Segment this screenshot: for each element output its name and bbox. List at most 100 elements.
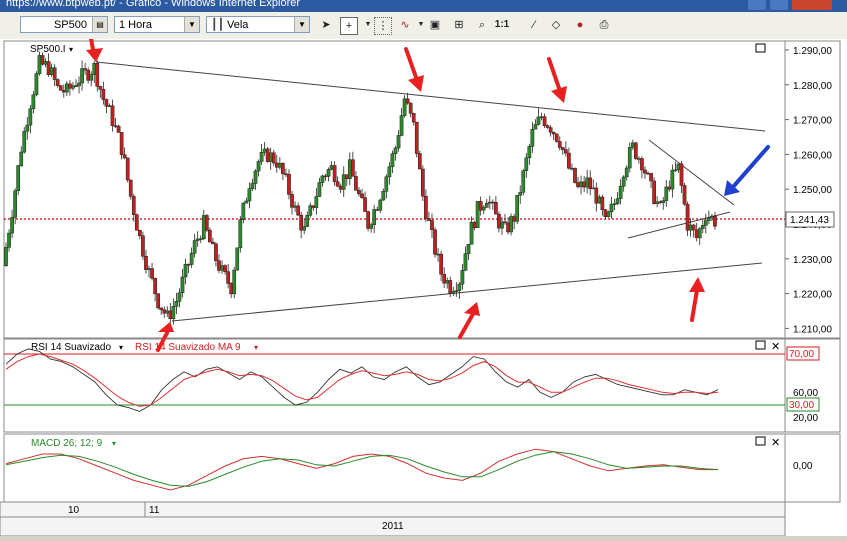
candle-body (95, 63, 100, 87)
candle-body (667, 186, 672, 190)
candle-body (372, 209, 377, 226)
close-icon[interactable]: ✕ (771, 341, 780, 353)
symbol-lookup-icon[interactable]: ▤ (92, 17, 107, 32)
candle-body (643, 169, 647, 174)
candle-body (363, 197, 367, 212)
crosshair-tool-icon[interactable]: + (340, 17, 358, 35)
candle-body (302, 226, 307, 231)
close-icon[interactable]: ✕ (771, 437, 780, 449)
candle-body (402, 98, 407, 116)
close-window-button[interactable] (792, 0, 832, 10)
candle-body (58, 85, 63, 91)
candle-body (646, 172, 650, 175)
price-tick-label: 1.270,00 (793, 116, 832, 127)
pointer-tool-icon[interactable]: ➤ (318, 17, 334, 33)
candle-body (597, 196, 602, 204)
candle-body (494, 202, 498, 215)
timeframe-select[interactable]: 1 Hora ▼ (114, 16, 200, 33)
rsi-axis-20: 20,00 (793, 413, 818, 424)
candle-body (7, 232, 11, 248)
symbol-input[interactable]: SP500 ▤ (20, 16, 108, 33)
candle-body (232, 269, 237, 295)
candle-body (521, 170, 526, 193)
candle-body (612, 203, 617, 205)
year-label: 2011 (382, 521, 404, 532)
eraser-icon[interactable]: ◇ (548, 17, 564, 33)
candle-body (168, 310, 173, 320)
candle-body (217, 260, 221, 271)
candle-body (344, 174, 349, 180)
candle-body (19, 151, 24, 166)
line-tool-icon[interactable]: ⁄ (526, 17, 542, 33)
candle-body (10, 217, 14, 234)
candle-body (290, 194, 294, 208)
candle-body (393, 147, 398, 154)
chevron-down-icon[interactable]: ▾ (69, 45, 73, 54)
properties-icon[interactable]: ▣ (427, 17, 443, 33)
grid-tool-icon[interactable]: ⋮ (374, 17, 392, 35)
maximize-button[interactable] (770, 0, 788, 10)
candle-body (381, 191, 386, 201)
candle-body (369, 224, 373, 229)
chart-style-select[interactable]: ┃┃ Vela ▼ (206, 16, 310, 33)
candle-body (445, 280, 450, 284)
candle-body (652, 180, 656, 204)
candle-body (697, 228, 702, 239)
candle-body (317, 182, 322, 197)
candle-body (250, 183, 255, 189)
candle-body (25, 124, 30, 132)
chevron-down-icon[interactable]: ▾ (119, 343, 123, 352)
candle-body (296, 205, 300, 216)
zoom-in-icon[interactable]: ⊞ (451, 17, 467, 33)
candle-body (600, 196, 605, 210)
candle-body (159, 307, 164, 311)
last-price-badge: 1.241,43 (790, 215, 829, 226)
rsi-panel (3, 338, 786, 433)
candle-body (442, 273, 447, 284)
minimize-button[interactable] (748, 0, 766, 10)
candle-body (679, 163, 684, 186)
candle-body (305, 215, 310, 227)
zoom-reset-button[interactable]: 1:1 (494, 17, 510, 33)
candle-body (703, 220, 708, 226)
candle-body (34, 73, 39, 96)
rsi-label: RSI 14 Suavizado (31, 342, 111, 353)
candle-body (633, 142, 638, 159)
candle-body (299, 214, 303, 231)
candle-body (323, 175, 328, 178)
candle-body (46, 61, 51, 75)
print-icon[interactable]: ⎙ (596, 17, 612, 33)
zoom-search-icon[interactable]: ⌕ (474, 17, 490, 33)
candle-body (515, 195, 520, 222)
chart-style-value: Vela (227, 19, 249, 31)
candle-body (192, 240, 197, 254)
window-title: https://www.btpweb.pt/ - Gráfico - Windo… (6, 0, 301, 9)
candle-body (284, 173, 288, 176)
candle-body (408, 102, 413, 114)
candle-body (74, 85, 78, 87)
candle-body (606, 211, 611, 217)
candle-body (131, 196, 136, 216)
candle-body (497, 213, 501, 229)
candle-body (180, 276, 185, 293)
chart-svg: 10 11 2011 1.290,00 1.280,00 1.270,00 1.260… (0, 20, 841, 537)
candle-body (113, 125, 118, 127)
candle-body (421, 168, 425, 197)
candle-body (661, 200, 666, 204)
candle-body (463, 253, 468, 271)
color-tool-icon[interactable]: ● (572, 17, 588, 33)
candle-body (457, 283, 462, 291)
candle-body (579, 181, 583, 188)
chevron-down-icon[interactable]: ▾ (254, 343, 258, 352)
macd-label: MACD 26; 12; 9 (31, 438, 103, 449)
candle-body (223, 265, 227, 272)
macd-axis-0: 0,00 (793, 461, 813, 472)
candle-body (347, 159, 352, 180)
candle-body (320, 175, 325, 183)
indicator-tool-icon[interactable]: ∿ (397, 17, 413, 33)
chevron-down-icon[interactable]: ▾ (112, 439, 116, 448)
candle-body (208, 229, 212, 243)
candle-body (31, 94, 36, 110)
macd-panel (3, 433, 786, 503)
candle-body (609, 203, 614, 213)
